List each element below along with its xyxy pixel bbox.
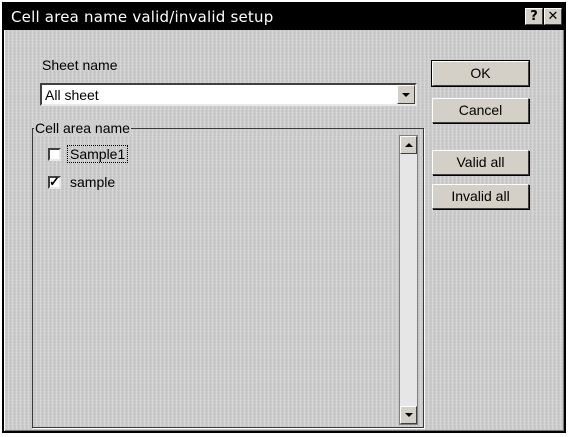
sheet-name-dropdown[interactable]: All sheet bbox=[40, 83, 417, 106]
cancel-button[interactable]: Cancel bbox=[432, 98, 529, 123]
ok-button[interactable]: OK bbox=[431, 60, 530, 87]
cell-area-group-label: Cell area name bbox=[34, 120, 131, 136]
scroll-down-button[interactable] bbox=[400, 406, 417, 424]
dialog-window: Cell area name valid/invalid setup ? ✕ S… bbox=[2, 2, 566, 433]
window-title: Cell area name valid/invalid setup bbox=[11, 8, 274, 26]
sheet-name-value: All sheet bbox=[45, 87, 99, 103]
check-icon: ✓ bbox=[49, 174, 60, 189]
help-button[interactable]: ? bbox=[525, 8, 543, 25]
close-button[interactable]: ✕ bbox=[544, 8, 562, 25]
sheet-name-label: Sheet name bbox=[42, 57, 118, 73]
checkbox[interactable] bbox=[48, 148, 61, 161]
invalid-all-button[interactable]: Invalid all bbox=[432, 184, 529, 209]
arrow-up-icon bbox=[405, 143, 413, 147]
dropdown-button[interactable] bbox=[397, 85, 415, 104]
chevron-down-icon bbox=[402, 93, 410, 97]
scroll-up-button[interactable] bbox=[400, 136, 417, 154]
title-bar[interactable]: Cell area name valid/invalid setup ? ✕ bbox=[4, 4, 564, 30]
close-icon: ✕ bbox=[547, 9, 559, 24]
cell-area-item-label: sample bbox=[70, 174, 116, 190]
arrow-down-icon bbox=[405, 413, 413, 417]
valid-all-button[interactable]: Valid all bbox=[432, 150, 529, 175]
checkbox[interactable]: ✓ bbox=[48, 174, 61, 189]
help-icon: ? bbox=[530, 9, 538, 24]
cell-area-group-box bbox=[32, 128, 424, 428]
cell-area-item-label: Sample1 bbox=[66, 145, 129, 163]
list-scrollbar[interactable] bbox=[399, 135, 418, 425]
